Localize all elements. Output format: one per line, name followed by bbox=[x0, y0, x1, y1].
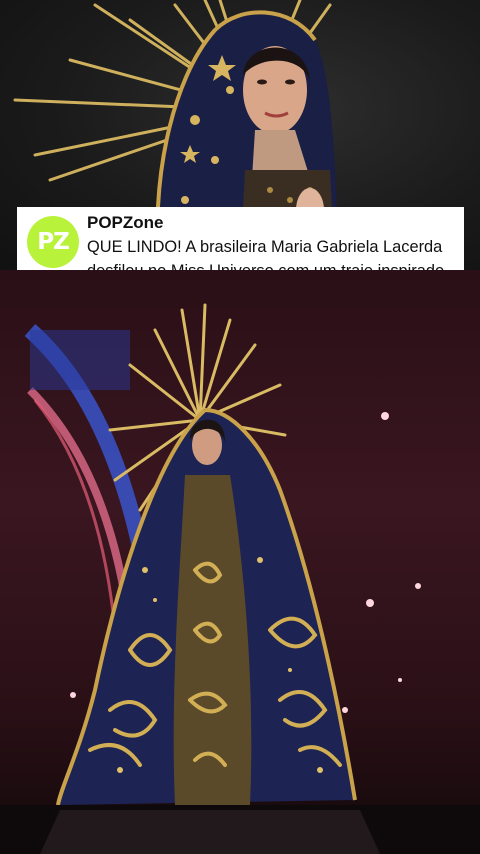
runway-performance-image bbox=[0, 303, 480, 854]
avatar[interactable]: PZ bbox=[27, 216, 79, 268]
avatar-initials: PZ bbox=[37, 229, 70, 255]
bottom-photo bbox=[0, 270, 480, 854]
post-author[interactable]: POPZone bbox=[87, 213, 450, 233]
